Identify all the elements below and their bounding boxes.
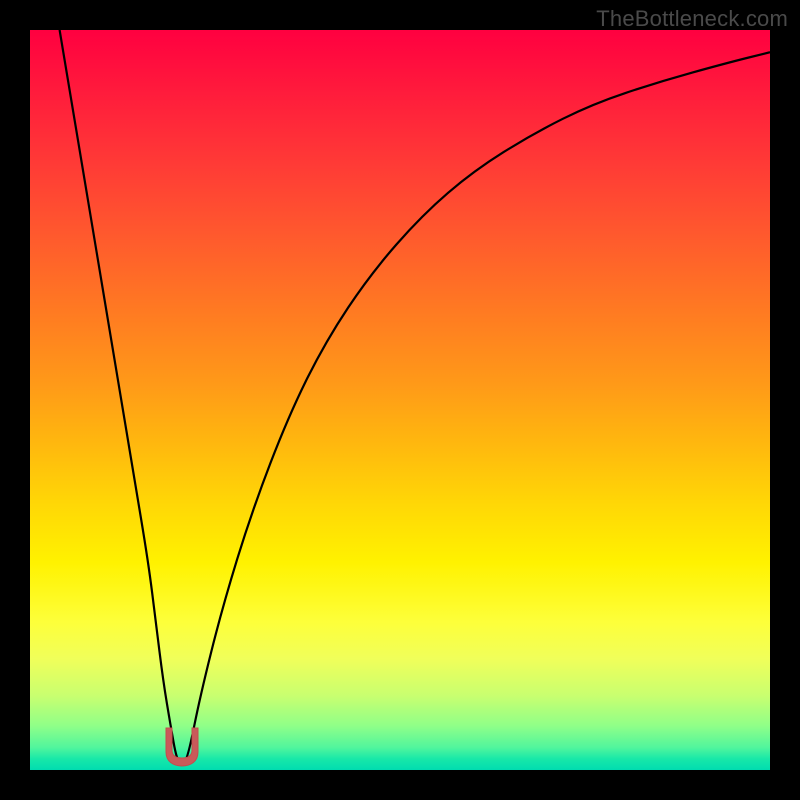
- watermark-text: TheBottleneck.com: [596, 6, 788, 32]
- chart-frame: [30, 30, 770, 770]
- optimum-marker-icon: [162, 724, 202, 768]
- bottleneck-curve: [30, 30, 770, 770]
